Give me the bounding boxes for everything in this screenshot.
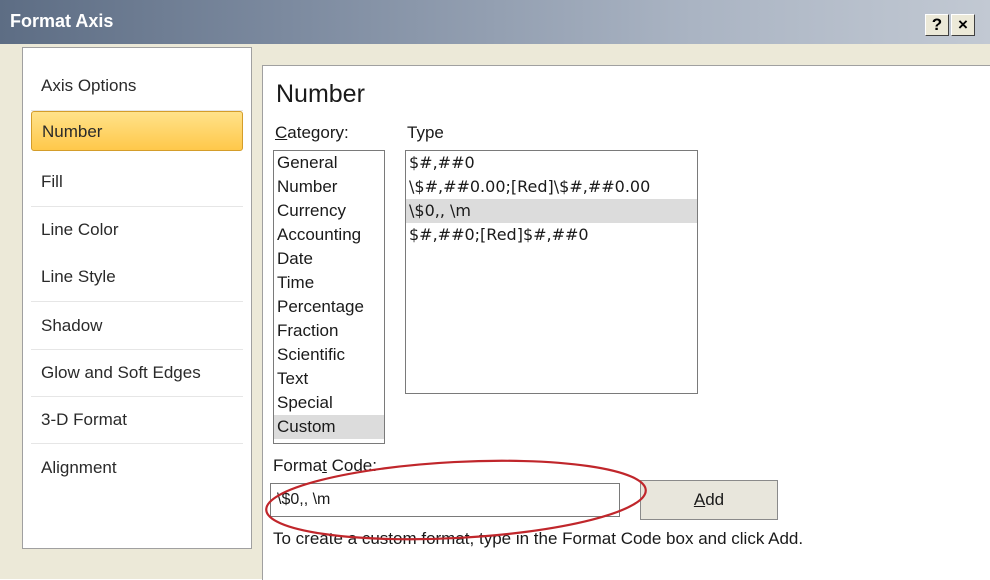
type-list[interactable]: $#,##0 \$#,##0.00;[Red]\$#,##0.00 \$0,, …	[405, 150, 698, 394]
category-label: Category:	[275, 123, 349, 143]
title-bar: Format Axis ? ×	[0, 0, 990, 44]
list-item[interactable]: Number	[274, 175, 384, 199]
list-item[interactable]: Text	[274, 367, 384, 391]
nav-item-alignment[interactable]: Alignment	[31, 448, 243, 488]
close-button[interactable]: ×	[951, 14, 975, 36]
nav-item-3d-format[interactable]: 3-D Format	[31, 400, 243, 440]
list-item[interactable]: Time	[274, 271, 384, 295]
nav-item-fill[interactable]: Fill	[31, 162, 243, 202]
category-list[interactable]: General Number Currency Accounting Date …	[273, 150, 385, 444]
list-item[interactable]: Percentage	[274, 295, 384, 319]
category-nav: Axis Options Number Fill Line Color Line…	[22, 47, 252, 549]
nav-divider	[31, 349, 243, 350]
nav-item-number[interactable]: Number	[31, 111, 243, 151]
help-hint: To create a custom format, type in the F…	[273, 529, 804, 548]
type-label: Type	[407, 123, 444, 142]
list-item-selected[interactable]: Custom	[274, 415, 384, 439]
list-item[interactable]: Special	[274, 391, 384, 415]
format-code-label: Format Code:	[273, 456, 377, 476]
category-label-accesskey: C	[275, 123, 288, 142]
list-item[interactable]: Scientific	[274, 343, 384, 367]
nav-divider	[31, 396, 243, 397]
add-button-label: dd	[705, 490, 725, 509]
list-item[interactable]: Accounting	[274, 223, 384, 247]
nav-divider	[31, 301, 243, 302]
window-title: Format Axis	[10, 11, 114, 31]
nav-item-line-color[interactable]: Line Color	[31, 210, 243, 250]
nav-item-shadow[interactable]: Shadow	[31, 306, 243, 346]
nav-divider	[31, 443, 243, 444]
list-item[interactable]: Date	[274, 247, 384, 271]
list-item[interactable]: $#,##0	[406, 151, 697, 175]
format-code-label-part: Forma	[273, 456, 323, 475]
category-label-text: ategory:	[287, 123, 349, 142]
nav-item-line-style[interactable]: Line Style	[31, 257, 243, 297]
list-item-selected[interactable]: \$0,, \m	[406, 199, 697, 223]
add-button-accesskey: A	[693, 490, 706, 509]
format-code-label-part: Code:	[326, 456, 377, 475]
add-button[interactable]: Add	[640, 480, 778, 520]
list-item[interactable]: General	[274, 151, 384, 175]
list-item[interactable]: Currency	[274, 199, 384, 223]
help-button[interactable]: ?	[925, 14, 949, 36]
list-item[interactable]: Fraction	[274, 319, 384, 343]
list-item[interactable]: $#,##0;[Red]$#,##0	[406, 223, 697, 247]
panel-title: Number	[276, 80, 365, 108]
format-code-input[interactable]	[270, 483, 620, 517]
nav-divider	[31, 206, 243, 207]
nav-item-glow-soft-edges[interactable]: Glow and Soft Edges	[31, 353, 243, 393]
list-item[interactable]: \$#,##0.00;[Red]\$#,##0.00	[406, 175, 697, 199]
nav-item-axis-options[interactable]: Axis Options	[31, 66, 243, 106]
